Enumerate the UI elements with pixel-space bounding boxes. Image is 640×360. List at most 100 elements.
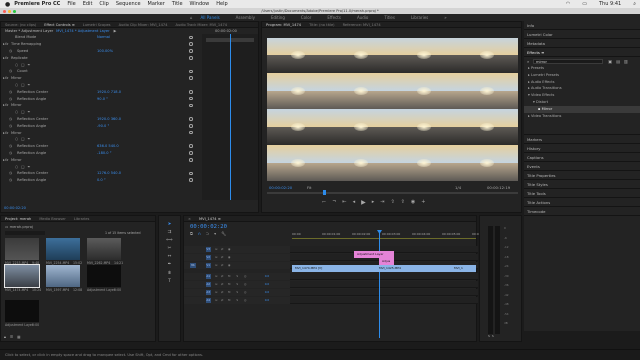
ec-property-value[interactable]: 100.00% <box>97 49 113 53</box>
selection-tool-icon[interactable]: ➤ <box>168 222 172 227</box>
panel-metadata[interactable]: Metadata <box>524 39 640 48</box>
work-area-bar[interactable] <box>292 238 476 239</box>
ellipse-mask-icon[interactable]: ○ <box>15 63 18 67</box>
reset-parameter-icon[interactable] <box>189 117 193 121</box>
export-frame-icon[interactable]: ◉ <box>411 199 415 205</box>
ellipse-mask-icon[interactable]: ○ <box>15 83 18 87</box>
program-video-frame[interactable] <box>267 38 518 181</box>
battery-icon[interactable]: ▭ <box>582 1 587 7</box>
sync-lock-icon[interactable]: ⇄ <box>220 290 225 295</box>
panel-title-properties[interactable]: Title Properties <box>524 171 640 180</box>
rect-mask-icon[interactable]: □ <box>21 63 24 67</box>
track-lock-icon[interactable]: ⊡ <box>214 255 219 260</box>
effects-folder[interactable]: ▸ Audio Transitions <box>524 85 640 92</box>
reset-parameter-icon[interactable] <box>189 55 193 60</box>
fx-toggle-icon[interactable]: fx <box>5 76 8 80</box>
tab-source[interactable]: Source: (no clips) <box>1 23 40 27</box>
reset-parameter-icon[interactable] <box>189 49 193 53</box>
solo-button[interactable]: S <box>235 290 240 295</box>
ec-playhead[interactable] <box>230 34 231 200</box>
ripple-edit-tool-icon[interactable]: ⟺ <box>166 238 172 243</box>
track-target-v1[interactable]: V1 <box>206 263 211 268</box>
minimize-window-button[interactable] <box>8 9 11 13</box>
add-marker-icon[interactable]: ▾ <box>214 231 216 236</box>
audio-track-level[interactable]: 0.0 <box>262 298 272 303</box>
reset-parameter-icon[interactable] <box>189 76 193 80</box>
more-workspaces-icon[interactable]: » <box>444 15 446 20</box>
reset-parameter-icon[interactable] <box>189 151 193 155</box>
reset-parameter-icon[interactable] <box>189 123 193 128</box>
accelerated-effects-icon[interactable]: ▣ <box>608 59 612 64</box>
fx-toggle-icon[interactable]: fx <box>5 158 8 162</box>
ec-property-value[interactable]: -180.0 ° <box>97 151 112 155</box>
track-lock-icon[interactable]: ⊡ <box>214 290 219 295</box>
track-lock-icon[interactable]: ⊡ <box>214 298 219 303</box>
wifi-icon[interactable]: ◠ <box>566 1 570 7</box>
time-ruler[interactable]: 00:00 00:00:01:00 00:00:02:00 00:00:03:00 00… <box>292 230 490 240</box>
clock[interactable]: Thu 9:41 <box>599 1 621 7</box>
mute-button[interactable]: M <box>227 274 232 279</box>
pen-tool-icon[interactable]: ✒ <box>168 262 172 267</box>
solo-button[interactable]: S <box>235 298 240 303</box>
pen-mask-icon[interactable]: ✒ <box>28 110 31 114</box>
hamburger-menu-icon[interactable]: ≡ <box>72 23 75 27</box>
lift-icon[interactable]: ⇧ <box>390 199 394 205</box>
ec-clip-label[interactable]: MVI_1474 * Adjustment Layer <box>56 29 109 33</box>
sync-lock-icon[interactable]: ⇄ <box>220 247 225 252</box>
menu-title[interactable]: Title <box>172 1 183 7</box>
ec-property-value[interactable]: 636.0 540.0 <box>97 144 119 148</box>
timeline-timecode[interactable]: 00:00:02:20 <box>190 224 227 230</box>
zoom-window-button[interactable] <box>13 9 16 13</box>
effects-folder[interactable]: ▸ Presets <box>524 65 640 72</box>
apple-icon[interactable]: ● <box>5 1 10 8</box>
track-lock-icon[interactable]: ⊡ <box>214 247 219 252</box>
stopwatch-icon[interactable]: ◷ <box>9 171 12 175</box>
program-fit-select[interactable]: Fit <box>307 185 311 190</box>
mute-button[interactable]: M <box>227 282 232 287</box>
track-visibility-icon[interactable]: ◉ <box>227 263 232 268</box>
stopwatch-icon[interactable]: ◷ <box>9 151 12 155</box>
timeline-playhead[interactable] <box>379 230 380 338</box>
track-target-a2[interactable]: A2 <box>206 282 211 287</box>
list-view-icon[interactable]: ☰ <box>10 335 13 339</box>
project-clip-thumbnail[interactable] <box>4 264 40 288</box>
rect-mask-icon[interactable]: □ <box>21 137 24 141</box>
stopwatch-icon[interactable]: ◷ <box>9 69 12 73</box>
go-to-out-icon[interactable]: ⇥ <box>380 199 384 205</box>
adjustment-layer-clip[interactable]: Adjustment Layer <box>354 251 394 258</box>
ec-property-value[interactable]: -90.0 ° <box>97 124 109 128</box>
add-button-icon[interactable]: + <box>421 199 425 205</box>
sync-lock-icon[interactable]: ⇄ <box>220 282 225 287</box>
ellipse-mask-icon[interactable]: ○ <box>15 137 18 141</box>
mute-button[interactable]: M <box>227 298 232 303</box>
solo-left-button[interactable]: S <box>488 334 490 338</box>
ellipse-mask-icon[interactable]: ○ <box>15 110 18 114</box>
video-clip[interactable]: MVI_1 <box>451 265 476 272</box>
hand-tool-icon[interactable]: ✋︎ <box>168 270 171 276</box>
timeline-close-icon[interactable]: × <box>184 217 195 221</box>
menu-app-name[interactable]: Premiere Pro CC <box>14 1 60 7</box>
program-resolution[interactable]: 1/4 <box>455 185 461 190</box>
ec-timecode-bottom[interactable]: 00:00:02:20 <box>4 206 26 210</box>
reset-parameter-icon[interactable] <box>189 157 193 162</box>
project-clip-thumbnail[interactable] <box>5 238 39 260</box>
solo-button[interactable]: S <box>235 282 240 287</box>
reset-parameter-icon[interactable] <box>189 130 193 135</box>
audio-track-level[interactable]: 0.0 <box>262 290 272 295</box>
menu-marker[interactable]: Marker <box>148 1 165 7</box>
workspace-libraries[interactable]: Libraries <box>403 15 436 20</box>
menu-file[interactable]: File <box>67 1 75 7</box>
track-target-a1[interactable]: A1 <box>206 274 211 279</box>
effects-menu-icon[interactable]: ≡ <box>541 50 544 55</box>
rect-mask-icon[interactable]: □ <box>21 165 24 169</box>
project-clip-thumbnail[interactable] <box>87 238 121 260</box>
pen-mask-icon[interactable]: ✒ <box>28 63 31 67</box>
tab-timeline-sequence[interactable]: MVI_1474 ≡ <box>195 217 225 221</box>
source-patch-v1[interactable]: V1 <box>190 263 196 268</box>
mark-in-icon[interactable]: ⌐ <box>322 199 326 205</box>
workspace-effects[interactable]: Effects <box>319 15 349 20</box>
step-back-icon[interactable]: ◂ <box>353 199 356 205</box>
reset-parameter-icon[interactable] <box>189 103 193 108</box>
track-visibility-icon[interactable]: ◉ <box>227 255 232 260</box>
nest-icon[interactable]: ⧉ <box>190 231 193 236</box>
